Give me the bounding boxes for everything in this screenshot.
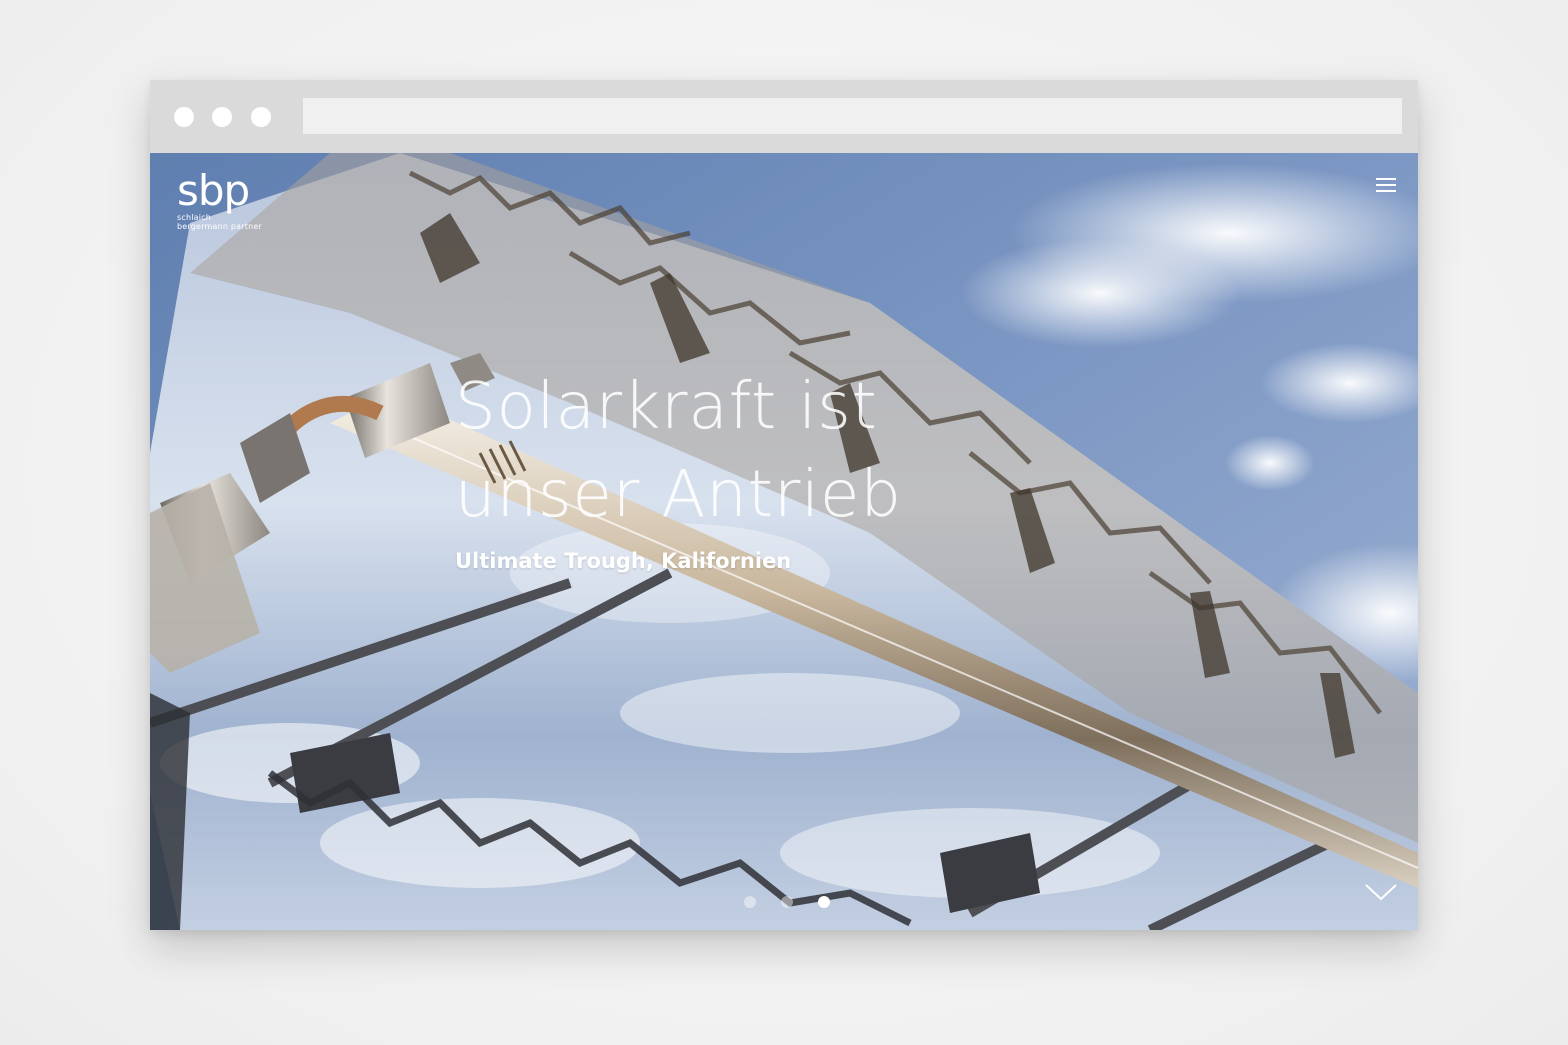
window-maximize-dot[interactable]: [251, 107, 271, 127]
sbp-logo[interactable]: sbp schlaich bergermann partner: [177, 166, 262, 232]
hero-headline-line-2: unser Antrieb: [455, 458, 903, 532]
menu-line: [1376, 190, 1396, 192]
slide-dot-2[interactable]: [781, 896, 793, 908]
hero-headline: Solarkraft ist unser Antrieb: [455, 363, 1015, 539]
slide-dot-3-active[interactable]: [818, 896, 830, 908]
slide-dot-1[interactable]: [744, 896, 756, 908]
logo-mark: sbp: [177, 166, 250, 215]
page-backdrop: sbp schlaich bergermann partner Solarkra…: [0, 0, 1568, 1045]
hamburger-menu-icon[interactable]: [1376, 176, 1398, 194]
menu-line: [1376, 178, 1396, 180]
address-bar[interactable]: [303, 98, 1402, 134]
menu-line: [1376, 184, 1396, 186]
logo-line-2: bergermann partner: [177, 222, 262, 231]
hero-project-link[interactable]: Ultimate Trough, Kalifornien: [455, 548, 791, 574]
browser-toolbar: [150, 80, 1418, 153]
browser-window: sbp schlaich bergermann partner Solarkra…: [150, 80, 1418, 930]
chevron-down-icon[interactable]: [1364, 881, 1398, 903]
hero-image-solar-trough: [150, 153, 1418, 930]
window-minimize-dot[interactable]: [212, 107, 232, 127]
hero-headline-line-1: Solarkraft ist: [455, 370, 878, 444]
website-viewport: sbp schlaich bergermann partner Solarkra…: [150, 153, 1418, 930]
window-close-dot[interactable]: [174, 107, 194, 127]
